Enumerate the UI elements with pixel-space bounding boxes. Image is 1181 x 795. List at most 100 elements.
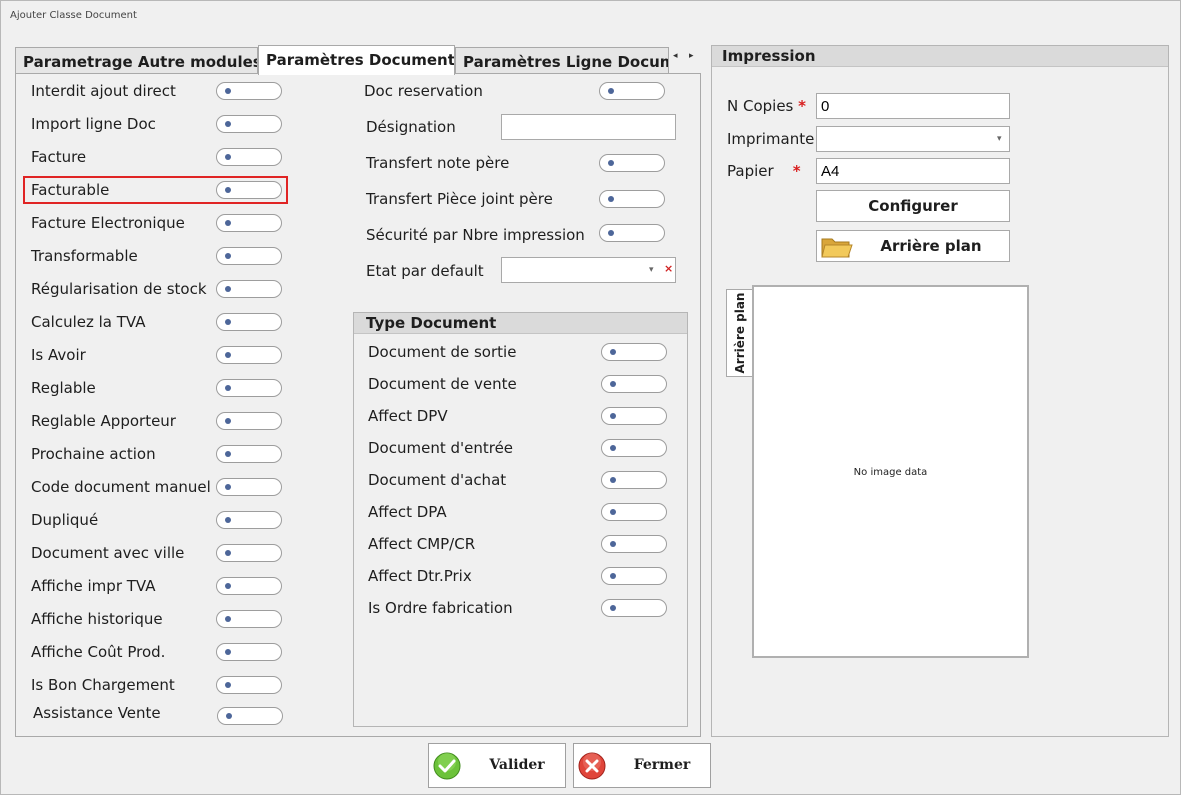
imprimante-combo[interactable] bbox=[816, 126, 1010, 152]
label-etat-par-default: Etat par default bbox=[366, 262, 484, 280]
papier-input[interactable] bbox=[816, 158, 1010, 184]
label-document-de-sortie: Document de sortie bbox=[368, 343, 517, 361]
label-affiche-cout-prod: Affiche Coût Prod. bbox=[31, 643, 166, 661]
label-transformable: Transformable bbox=[31, 247, 138, 265]
toggle-is-ordre-fabrication[interactable] bbox=[601, 599, 667, 617]
label-document-avec-ville: Document avec ville bbox=[31, 544, 185, 562]
toggle-transformable[interactable] bbox=[216, 247, 282, 265]
tab-parametres-ligne-document[interactable]: Paramètres Ligne Document bbox=[455, 47, 669, 74]
toggle-affiche-impr-tva[interactable] bbox=[216, 577, 282, 595]
toggle-affiche-cout-prod[interactable] bbox=[216, 643, 282, 661]
label-affect-cmp-cr: Affect CMP/CR bbox=[368, 535, 476, 553]
toggle-affect-dpv[interactable] bbox=[601, 407, 667, 425]
label-n-copies: N Copies * bbox=[727, 97, 807, 115]
toggle-affect-cmp-cr[interactable] bbox=[601, 535, 667, 553]
label-regularisation-de-stock: Régularisation de stock bbox=[31, 280, 207, 298]
toggle-facture[interactable] bbox=[216, 148, 282, 166]
label-affiche-impr-tva: Affiche impr TVA bbox=[31, 577, 156, 595]
valider-button[interactable]: Valider bbox=[428, 743, 566, 788]
etat-clear-icon[interactable]: × bbox=[664, 262, 673, 275]
tab-parametrage-autre-modules[interactable]: Parametrage Autre modules bbox=[15, 47, 258, 74]
arriere-plan-button-label: Arrière plan bbox=[880, 237, 982, 255]
label-facture-electronique: Facture Electronique bbox=[31, 214, 185, 232]
label-affect-dpv: Affect DPV bbox=[368, 407, 448, 425]
fermer-button[interactable]: Fermer bbox=[573, 743, 711, 788]
toggle-document-de-vente[interactable] bbox=[601, 375, 667, 393]
label-prochaine-action: Prochaine action bbox=[31, 445, 156, 463]
label-duplique: Dupliqué bbox=[31, 511, 99, 529]
toggle-securite-nbre-impression[interactable] bbox=[599, 224, 665, 242]
arriere-plan-button[interactable]: Arrière plan bbox=[816, 230, 1010, 262]
close-icon bbox=[578, 752, 606, 780]
toggle-doc-reservation[interactable] bbox=[599, 82, 665, 100]
label-document-d-entree: Document d'entrée bbox=[368, 439, 514, 457]
toggle-document-avec-ville[interactable] bbox=[216, 544, 282, 562]
toggle-affect-dpa[interactable] bbox=[601, 503, 667, 521]
toggle-document-d-entree[interactable] bbox=[601, 439, 667, 457]
toggle-is-avoir[interactable] bbox=[216, 346, 282, 364]
arriere-plan-side-tab-label: Arrière plan bbox=[732, 292, 747, 374]
label-transfert-piece-joint-pere: Transfert Pièce joint père bbox=[366, 190, 553, 208]
configurer-button[interactable]: Configurer bbox=[816, 190, 1010, 222]
label-papier: Papier * bbox=[727, 162, 801, 180]
designation-input[interactable] bbox=[501, 114, 676, 140]
toggle-prochaine-action[interactable] bbox=[216, 445, 282, 463]
toggle-duplique[interactable] bbox=[216, 511, 282, 529]
toggle-import-ligne-doc[interactable] bbox=[216, 115, 282, 133]
label-calculez-la-tva: Calculez la TVA bbox=[31, 313, 146, 331]
label-import-ligne-doc: Import ligne Doc bbox=[31, 115, 156, 133]
toggle-interdit-ajout-direct[interactable] bbox=[216, 82, 282, 100]
no-image-text: No image data bbox=[853, 467, 928, 478]
label-interdit-ajout-direct: Interdit ajout direct bbox=[31, 82, 176, 100]
background-image-box[interactable]: No image data bbox=[752, 285, 1029, 658]
label-is-bon-chargement: Is Bon Chargement bbox=[31, 676, 175, 694]
toggle-calculez-la-tva[interactable] bbox=[216, 313, 282, 331]
checkmark-icon bbox=[433, 752, 461, 780]
toggle-reglable-apporteur[interactable] bbox=[216, 412, 282, 430]
label-reglable: Reglable bbox=[31, 379, 96, 397]
label-reglable-apporteur: Reglable Apporteur bbox=[31, 412, 176, 430]
toggle-transfert-piece-joint-pere[interactable] bbox=[599, 190, 665, 208]
label-document-de-vente: Document de vente bbox=[368, 375, 517, 393]
toggle-is-bon-chargement[interactable] bbox=[216, 676, 282, 694]
toggle-assistance-vente[interactable] bbox=[217, 707, 283, 725]
impression-title: Impression bbox=[712, 46, 1168, 67]
fermer-label: Fermer bbox=[633, 757, 691, 773]
valider-label: Valider bbox=[489, 757, 545, 773]
tab-next-icon[interactable]: ▸ bbox=[689, 51, 694, 61]
label-transfert-note-pere: Transfert note père bbox=[366, 154, 510, 172]
label-designation: Désignation bbox=[366, 118, 456, 136]
toggle-facture-electronique[interactable] bbox=[216, 214, 282, 232]
label-code-document-manuel: Code document manuel bbox=[31, 478, 211, 496]
imprimante-dropdown-icon[interactable]: ▾ bbox=[997, 134, 1002, 144]
label-facturable: Facturable bbox=[31, 181, 110, 199]
label-is-ordre-fabrication: Is Ordre fabrication bbox=[368, 599, 513, 617]
toggle-regularisation-de-stock[interactable] bbox=[216, 280, 282, 298]
toggle-transfert-note-pere[interactable] bbox=[599, 154, 665, 172]
label-affect-dtr-prix: Affect Dtr.Prix bbox=[368, 567, 472, 585]
label-doc-reservation: Doc reservation bbox=[364, 82, 483, 100]
toggle-facturable[interactable] bbox=[216, 181, 282, 199]
toggle-document-d-achat[interactable] bbox=[601, 471, 667, 489]
label-imprimante: Imprimante bbox=[727, 130, 815, 148]
tab-prev-icon[interactable]: ◂ bbox=[673, 51, 678, 61]
dialog-window: Ajouter Classe Document Parametrage Autr… bbox=[0, 0, 1181, 795]
label-is-avoir: Is Avoir bbox=[31, 346, 86, 364]
label-affiche-historique: Affiche historique bbox=[31, 610, 163, 628]
label-document-d-achat: Document d'achat bbox=[368, 471, 507, 489]
toggle-affect-dtr-prix[interactable] bbox=[601, 567, 667, 585]
n-copies-input[interactable] bbox=[816, 93, 1010, 119]
label-affect-dpa: Affect DPA bbox=[368, 503, 447, 521]
toggle-reglable[interactable] bbox=[216, 379, 282, 397]
tab-parametres-document[interactable]: Paramètres Document bbox=[258, 45, 455, 75]
type-document-title: Type Document bbox=[354, 313, 687, 334]
toggle-affiche-historique[interactable] bbox=[216, 610, 282, 628]
etat-dropdown-icon[interactable]: ▾ bbox=[649, 265, 654, 275]
label-assistance-vente: Assistance Vente bbox=[33, 704, 161, 722]
arriere-plan-side-tab[interactable]: Arrière plan bbox=[726, 289, 752, 377]
toggle-document-de-sortie[interactable] bbox=[601, 343, 667, 361]
toggle-code-document-manuel[interactable] bbox=[216, 478, 282, 496]
tab-strip: Parametrage Autre modules Paramètres Doc… bbox=[15, 45, 701, 75]
window-title: Ajouter Classe Document bbox=[10, 10, 137, 21]
folder-icon bbox=[821, 238, 853, 258]
